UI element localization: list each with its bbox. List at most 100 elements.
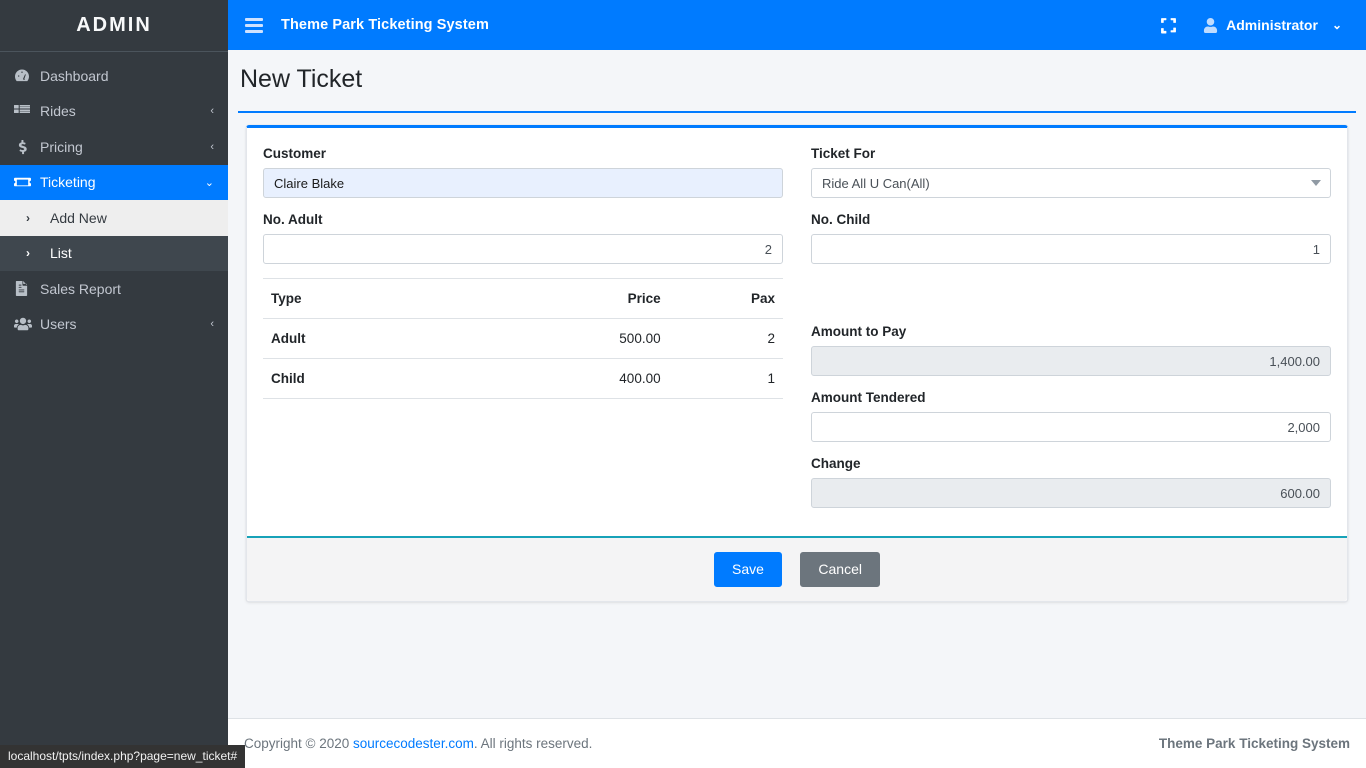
field-no-adult: No. Adult — [263, 212, 783, 264]
table-header-row: Type Price Pax — [263, 278, 783, 319]
sidebar-brand[interactable]: ADMIN — [0, 0, 228, 52]
sidebar-item-rides[interactable]: Rides ‹ — [0, 94, 228, 130]
users-icon — [14, 316, 40, 332]
sidebar-subnav-ticketing: › Add New › List — [0, 200, 228, 271]
sidebar: ADMIN Dashboard Rides ‹ Pricing ‹ Ticket… — [0, 0, 228, 768]
sidebar-item-label: Users — [40, 316, 77, 333]
dollar-sign-icon — [14, 139, 40, 155]
save-button[interactable]: Save — [714, 552, 782, 587]
field-customer: Customer — [263, 146, 783, 198]
footer-copyright-suffix: . All rights reserved. — [473, 736, 593, 751]
cell-type: Adult — [263, 318, 492, 359]
footer-copyright-prefix: Copyright © 2020 — [244, 736, 354, 751]
amount-to-pay-label: Amount to Pay — [811, 324, 907, 339]
browser-status-bar: localhost/tpts/index.php?page=new_ticket… — [0, 745, 246, 768]
chevron-right-icon: › — [26, 246, 30, 261]
card-footer: Save Cancel — [247, 536, 1347, 601]
hamburger-bar — [245, 17, 263, 21]
footer-copyright: Copyright © 2020 sourcecodester.com. All… — [244, 736, 592, 751]
grid-list-icon — [14, 103, 40, 119]
ticket-icon — [14, 174, 40, 191]
field-no-child: No. Child — [811, 212, 1331, 264]
user-account-menu[interactable]: Administrator ⌄ — [1193, 0, 1348, 50]
change-input — [811, 478, 1331, 508]
column-header-price: Price — [491, 278, 669, 319]
page-footer: Copyright © 2020 sourcecodester.com. All… — [228, 718, 1366, 768]
app-title: Theme Park Ticketing System — [281, 17, 489, 33]
chevron-left-icon: ‹ — [210, 105, 214, 118]
dashboard-gauge-icon — [14, 68, 40, 84]
column-header-pax: Pax — [668, 278, 783, 319]
sidebar-subitem-add-new[interactable]: › Add New — [0, 200, 228, 236]
pricing-table-body: Adult 500.00 2 Child 400.00 1 — [263, 318, 783, 399]
brand-title: ADMIN — [76, 14, 152, 36]
pricing-table-head: Type Price Pax — [263, 278, 783, 319]
customer-label: Customer — [263, 146, 327, 161]
cancel-button[interactable]: Cancel — [800, 552, 880, 587]
footer-app-name: Theme Park Ticketing System — [1158, 736, 1350, 751]
field-ticket-for: Ticket For Ride All U Can(All) — [811, 146, 1331, 198]
chevron-left-icon: ‹ — [210, 140, 214, 153]
hamburger-bar — [245, 29, 263, 33]
field-amount-tendered: Amount Tendered — [811, 390, 1331, 442]
fullscreen-expand-icon[interactable] — [1144, 0, 1193, 50]
amount-to-pay-input — [811, 346, 1331, 376]
cell-pax: 1 — [668, 358, 783, 399]
amount-tendered-label: Amount Tendered — [811, 390, 926, 405]
table-row: Child 400.00 1 — [263, 358, 783, 399]
chevron-down-icon: ⌄ — [204, 176, 214, 189]
pricing-table: Type Price Pax Adult 500.00 2 Child 400.… — [263, 278, 783, 399]
card-body: Customer No. Adult Type Price — [247, 128, 1347, 536]
change-label: Change — [811, 456, 861, 471]
no-child-label: No. Child — [811, 212, 871, 227]
field-change: Change — [811, 456, 1331, 508]
chevron-down-icon: ⌄ — [1331, 18, 1342, 32]
page-title: New Ticket — [240, 65, 363, 93]
file-invoice-icon — [14, 281, 40, 297]
cell-price: 500.00 — [491, 318, 669, 359]
no-adult-label: No. Adult — [263, 212, 323, 227]
sidebar-item-users[interactable]: Users ‹ — [0, 307, 228, 343]
top-navbar-right: Administrator ⌄ — [1144, 0, 1366, 50]
card-wrapper: Customer No. Adult Type Price — [228, 113, 1366, 602]
ticket-for-select[interactable]: Ride All U Can(All) — [811, 168, 1331, 198]
sidebar-subitem-label: Add New — [50, 209, 107, 226]
form-column-left: Customer No. Adult Type Price — [263, 146, 783, 522]
sidebar-nav: Dashboard Rides ‹ Pricing ‹ Ticketing ⌄ … — [0, 52, 228, 342]
sourcecodester-link[interactable]: sourcecodester.com — [353, 736, 474, 751]
table-row: Adult 500.00 2 — [263, 318, 783, 359]
ticket-for-selected-value: Ride All U Can(All) — [811, 168, 1331, 198]
main-content: New Ticket Customer No. Adult — [228, 50, 1366, 718]
page-header: New Ticket — [228, 50, 1366, 94]
user-avatar-icon — [1203, 17, 1218, 33]
sidebar-item-label: Rides — [40, 103, 76, 120]
hamburger-menu-icon[interactable] — [245, 17, 263, 33]
column-header-type: Type — [263, 278, 492, 319]
sidebar-item-ticketing[interactable]: Ticketing ⌄ — [0, 164, 228, 200]
cell-type: Child — [263, 358, 492, 399]
chevron-right-icon: › — [26, 210, 30, 225]
sidebar-subitem-list[interactable]: › List — [0, 235, 228, 271]
form-row-top: Customer No. Adult Type Price — [263, 146, 1331, 522]
sidebar-subitem-label: List — [50, 245, 72, 262]
form-column-right: Ticket For Ride All U Can(All) No. Child — [811, 146, 1331, 522]
top-navbar: Theme Park Ticketing System Administrato… — [228, 0, 1366, 50]
cell-pax: 2 — [668, 318, 783, 359]
no-child-input[interactable] — [811, 234, 1331, 264]
ticket-for-label: Ticket For — [811, 146, 876, 161]
right-column-spacer — [811, 278, 1331, 324]
customer-input[interactable] — [263, 168, 783, 198]
amount-tendered-input[interactable] — [811, 412, 1331, 442]
hamburger-bar — [245, 23, 263, 27]
new-ticket-card: Customer No. Adult Type Price — [246, 125, 1348, 602]
sidebar-item-label: Sales Report — [40, 280, 121, 297]
no-adult-input[interactable] — [263, 234, 783, 264]
user-name-label: Administrator — [1226, 17, 1318, 33]
chevron-left-icon: ‹ — [210, 318, 214, 331]
sidebar-item-sales-report[interactable]: Sales Report — [0, 271, 228, 307]
field-amount-to-pay: Amount to Pay — [811, 324, 1331, 376]
sidebar-item-dashboard[interactable]: Dashboard — [0, 58, 228, 94]
sidebar-item-label: Ticketing — [40, 174, 96, 191]
sidebar-item-label: Pricing — [40, 138, 83, 155]
sidebar-item-pricing[interactable]: Pricing ‹ — [0, 129, 228, 165]
